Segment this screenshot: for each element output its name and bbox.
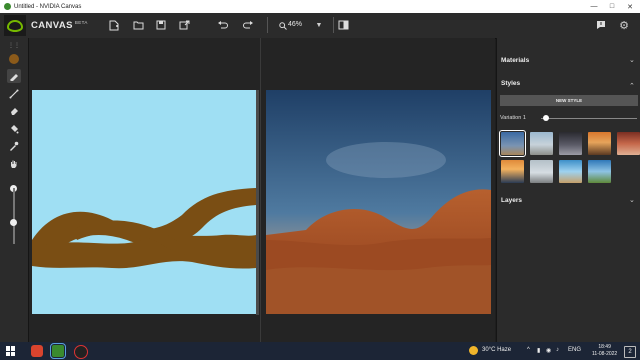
maximize-button[interactable]: □ bbox=[603, 0, 621, 13]
zoom-icon bbox=[279, 22, 287, 30]
brush-slider-track[interactable] bbox=[13, 188, 15, 244]
weather-icon[interactable] bbox=[469, 346, 478, 355]
variation-slider-knob[interactable] bbox=[542, 115, 549, 121]
window-titlebar: Untitled - NVIDIA Canvas — □ ✕ bbox=[0, 0, 640, 13]
toolbar-divider bbox=[333, 17, 334, 33]
line-tool-icon[interactable] bbox=[7, 87, 21, 101]
style-thumbnail[interactable] bbox=[530, 160, 553, 183]
toolbar-divider bbox=[267, 17, 268, 33]
canvas-split-divider bbox=[260, 38, 261, 342]
app-window-icon bbox=[4, 3, 11, 10]
windows-taskbar: 30°C Haze ^ ▮ ◉ ♪ ENG 18:49 11-08-2022 2 bbox=[0, 342, 640, 360]
recorder-app-icon[interactable] bbox=[74, 345, 88, 359]
zoom-dropdown-chevron[interactable]: ▼ bbox=[312, 18, 326, 32]
export-icon[interactable] bbox=[177, 18, 191, 32]
variation-label: Variation 1 bbox=[500, 115, 526, 121]
pan-hand-icon[interactable] bbox=[7, 157, 21, 171]
paint-canvas-scrollbar[interactable] bbox=[256, 90, 259, 315]
materials-header[interactable]: Materials bbox=[501, 57, 529, 64]
close-button[interactable]: ✕ bbox=[621, 0, 639, 13]
segmentation-paint-canvas[interactable] bbox=[32, 90, 256, 314]
style-thumbnail[interactable] bbox=[499, 130, 526, 157]
app-toolbar: CANVAS BETA 46% ▼ ⚙ bbox=[0, 13, 640, 39]
layers-header[interactable]: Layers bbox=[501, 197, 522, 204]
taskbar-clock[interactable]: 18:49 11-08-2022 bbox=[592, 344, 617, 358]
chevron-down-icon[interactable]: ⌄ bbox=[629, 56, 635, 64]
panel-layout-icon[interactable] bbox=[336, 18, 350, 32]
new-style-button[interactable]: NEW STYLE bbox=[500, 95, 638, 106]
notification-center-icon[interactable]: 2 bbox=[624, 346, 636, 358]
network-icon[interactable]: ◉ bbox=[546, 347, 551, 354]
variation-slider-track[interactable] bbox=[541, 118, 637, 119]
redo-icon[interactable] bbox=[241, 18, 255, 32]
drag-handle-icon[interactable]: ⋮⋮ bbox=[7, 38, 21, 52]
zoom-value[interactable]: 46% bbox=[288, 21, 302, 28]
nvidia-canvas-taskbar-icon[interactable] bbox=[50, 343, 66, 359]
save-icon[interactable] bbox=[154, 18, 168, 32]
paint-strokes bbox=[32, 188, 256, 269]
style-thumbnail[interactable] bbox=[559, 160, 582, 183]
tool-sidebar: ⋮⋮ bbox=[0, 38, 29, 342]
weather-text[interactable]: 30°C Haze bbox=[482, 347, 511, 353]
new-file-icon[interactable] bbox=[107, 18, 121, 32]
brush-hardness-slider-knob[interactable] bbox=[10, 219, 17, 226]
app-name: CANVAS BETA bbox=[31, 20, 88, 31]
start-button[interactable] bbox=[6, 346, 16, 356]
language-indicator[interactable]: ENG bbox=[568, 347, 581, 353]
style-thumbnail[interactable] bbox=[588, 132, 611, 155]
generated-landscape-image bbox=[266, 90, 491, 314]
style-thumbnail[interactable] bbox=[588, 160, 611, 183]
style-thumbnail[interactable] bbox=[501, 160, 524, 183]
volume-icon[interactable]: ♪ bbox=[556, 347, 559, 353]
open-folder-icon[interactable] bbox=[131, 18, 145, 32]
brave-browser-icon[interactable] bbox=[31, 345, 43, 357]
show-hidden-icons-chevron[interactable]: ^ bbox=[527, 347, 530, 353]
brush-tool-icon[interactable] bbox=[7, 69, 21, 83]
generated-image-output bbox=[266, 90, 491, 314]
battery-icon[interactable]: ▮ bbox=[537, 347, 540, 354]
settings-icon[interactable]: ⚙ bbox=[617, 18, 631, 32]
right-panel: Materials ⌄ Styles ⌃ NEW STYLE Variation… bbox=[496, 38, 640, 342]
minimize-button[interactable]: — bbox=[585, 0, 603, 13]
beta-badge: BETA bbox=[74, 20, 88, 25]
style-thumbnail[interactable] bbox=[530, 132, 553, 155]
nvidia-logo bbox=[4, 15, 26, 36]
style-thumbnail[interactable] bbox=[559, 132, 582, 155]
chevron-up-icon[interactable]: ⌃ bbox=[629, 82, 635, 90]
feedback-icon[interactable] bbox=[594, 18, 608, 32]
style-thumbnail[interactable] bbox=[617, 132, 640, 155]
chevron-down-icon[interactable]: ⌄ bbox=[629, 196, 635, 204]
fill-tool-icon[interactable] bbox=[7, 122, 21, 136]
brush-color-swatch[interactable] bbox=[7, 52, 21, 66]
eraser-tool-icon[interactable] bbox=[7, 104, 21, 118]
window-title: Untitled - NVIDIA Canvas bbox=[14, 3, 82, 10]
undo-icon[interactable] bbox=[215, 18, 229, 32]
clock-date: 11-08-2022 bbox=[592, 351, 618, 357]
styles-header[interactable]: Styles bbox=[501, 80, 520, 87]
clock-time: 18:49 bbox=[598, 344, 611, 350]
eyedropper-tool-icon[interactable] bbox=[7, 139, 21, 153]
